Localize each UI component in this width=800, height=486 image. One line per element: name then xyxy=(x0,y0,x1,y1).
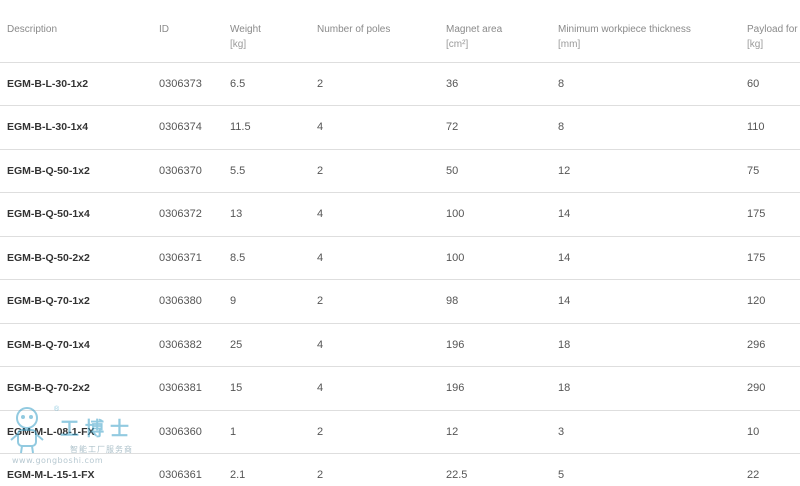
cell-weight: 25 xyxy=(230,323,317,367)
cell-description: EGM-B-Q-50-1x4 xyxy=(0,192,159,237)
table-row: EGM-M-L-08-1-FX 0306360 1 2 12 3 10 xyxy=(0,410,800,454)
cell-description: EGM-B-Q-70-2x2 xyxy=(0,366,159,411)
cell-number-of-poles: 2 xyxy=(317,279,446,324)
cell-number-of-poles: 4 xyxy=(317,236,446,280)
cell-weight: 13 xyxy=(230,192,317,237)
cell-number-of-poles: 2 xyxy=(317,149,446,193)
table-row: EGM-M-L-15-1-FX 0306361 2.1 2 22.5 5 22 xyxy=(0,453,800,486)
cell-magnet-area: 12 xyxy=(446,410,558,454)
cell-magnet-area: 22.5 xyxy=(446,453,558,486)
cell-number-of-poles: 4 xyxy=(317,105,446,150)
cell-description: EGM-B-Q-50-2x2 xyxy=(0,236,159,280)
cell-id: 0306382 xyxy=(159,323,230,367)
cell-payload: 120 xyxy=(747,279,800,324)
cell-description: EGM-B-Q-50-1x2 xyxy=(0,149,159,193)
cell-weight: 5.5 xyxy=(230,149,317,193)
table-row: EGM-B-Q-70-2x2 0306381 15 4 196 18 290 xyxy=(0,366,800,411)
cell-magnet-area: 36 xyxy=(446,62,558,106)
cell-weight: 9 xyxy=(230,279,317,324)
table-row: EGM-B-Q-70-1x4 0306382 25 4 196 18 296 xyxy=(0,323,800,367)
cell-id: 0306373 xyxy=(159,62,230,106)
cell-min-workpiece-thickness: 8 xyxy=(558,62,747,106)
cell-magnet-area: 100 xyxy=(446,192,558,237)
cell-id: 0306381 xyxy=(159,366,230,411)
header-min-workpiece-thickness: Minimum workpiece thickness [mm] xyxy=(558,0,747,63)
table-row: EGM-B-Q-50-1x2 0306370 5.5 2 50 12 75 xyxy=(0,149,800,193)
header-number-of-poles: Number of poles xyxy=(317,0,446,63)
cell-id: 0306360 xyxy=(159,410,230,454)
cell-payload: 296 xyxy=(747,323,800,367)
header-payload: Payload for [kg] xyxy=(747,0,800,63)
cell-min-workpiece-thickness: 8 xyxy=(558,105,747,150)
cell-min-workpiece-thickness: 5 xyxy=(558,453,747,486)
cell-description: EGM-M-L-15-1-FX xyxy=(0,453,159,486)
cell-id: 0306371 xyxy=(159,236,230,280)
cell-min-workpiece-thickness: 12 xyxy=(558,149,747,193)
cell-description: EGM-B-Q-70-1x2 xyxy=(0,279,159,324)
cell-magnet-area: 100 xyxy=(446,236,558,280)
cell-payload: 290 xyxy=(747,366,800,411)
cell-magnet-area: 98 xyxy=(446,279,558,324)
cell-min-workpiece-thickness: 18 xyxy=(558,323,747,367)
cell-description: EGM-B-L-30-1x2 xyxy=(0,62,159,106)
cell-payload: 60 xyxy=(747,62,800,106)
cell-payload: 110 xyxy=(747,105,800,150)
cell-id: 0306372 xyxy=(159,192,230,237)
cell-min-workpiece-thickness: 18 xyxy=(558,366,747,411)
cell-weight: 6.5 xyxy=(230,62,317,106)
cell-payload: 175 xyxy=(747,236,800,280)
cell-min-workpiece-thickness: 14 xyxy=(558,192,747,237)
table-row: EGM-B-L-30-1x4 0306374 11.5 4 72 8 110 xyxy=(0,105,800,150)
header-description: Description xyxy=(0,0,159,63)
product-spec-table: Description ID Weight [kg] Number of pole… xyxy=(0,0,800,486)
table-row: EGM-B-L-30-1x2 0306373 6.5 2 36 8 60 xyxy=(0,62,800,106)
cell-id: 0306374 xyxy=(159,105,230,150)
cell-min-workpiece-thickness: 3 xyxy=(558,410,747,454)
cell-payload: 22 xyxy=(747,453,800,486)
table-body: EGM-B-L-30-1x2 0306373 6.5 2 36 8 60 EGM-B-L-30… xyxy=(0,62,800,486)
cell-description: EGM-M-L-08-1-FX xyxy=(0,410,159,454)
cell-id: 0306380 xyxy=(159,279,230,324)
table-header-row: Description ID Weight [kg] Number of pole… xyxy=(0,0,800,63)
cell-number-of-poles: 2 xyxy=(317,410,446,454)
table-row: EGM-B-Q-50-2x2 0306371 8.5 4 100 14 175 xyxy=(0,236,800,280)
spec-table-page: Description ID Weight [kg] Number of pole… xyxy=(0,0,800,486)
cell-id: 0306361 xyxy=(159,453,230,486)
table-row: EGM-B-Q-70-1x2 0306380 9 2 98 14 120 xyxy=(0,279,800,324)
cell-weight: 15 xyxy=(230,366,317,411)
cell-number-of-poles: 2 xyxy=(317,62,446,106)
header-id: ID xyxy=(159,0,230,63)
cell-id: 0306370 xyxy=(159,149,230,193)
cell-number-of-poles: 4 xyxy=(317,323,446,367)
cell-min-workpiece-thickness: 14 xyxy=(558,236,747,280)
cell-number-of-poles: 4 xyxy=(317,366,446,411)
cell-payload: 10 xyxy=(747,410,800,454)
cell-weight: 2.1 xyxy=(230,453,317,486)
cell-min-workpiece-thickness: 14 xyxy=(558,279,747,324)
cell-magnet-area: 72 xyxy=(446,105,558,150)
table-row: EGM-B-Q-50-1x4 0306372 13 4 100 14 175 xyxy=(0,192,800,237)
header-magnet-area: Magnet area [cm²] xyxy=(446,0,558,63)
cell-description: EGM-B-L-30-1x4 xyxy=(0,105,159,150)
cell-payload: 75 xyxy=(747,149,800,193)
cell-number-of-poles: 4 xyxy=(317,192,446,237)
header-weight: Weight [kg] xyxy=(230,0,317,63)
cell-weight: 1 xyxy=(230,410,317,454)
cell-weight: 8.5 xyxy=(230,236,317,280)
cell-number-of-poles: 2 xyxy=(317,453,446,486)
cell-payload: 175 xyxy=(747,192,800,237)
cell-magnet-area: 50 xyxy=(446,149,558,193)
cell-magnet-area: 196 xyxy=(446,366,558,411)
cell-description: EGM-B-Q-70-1x4 xyxy=(0,323,159,367)
cell-weight: 11.5 xyxy=(230,105,317,150)
cell-magnet-area: 196 xyxy=(446,323,558,367)
